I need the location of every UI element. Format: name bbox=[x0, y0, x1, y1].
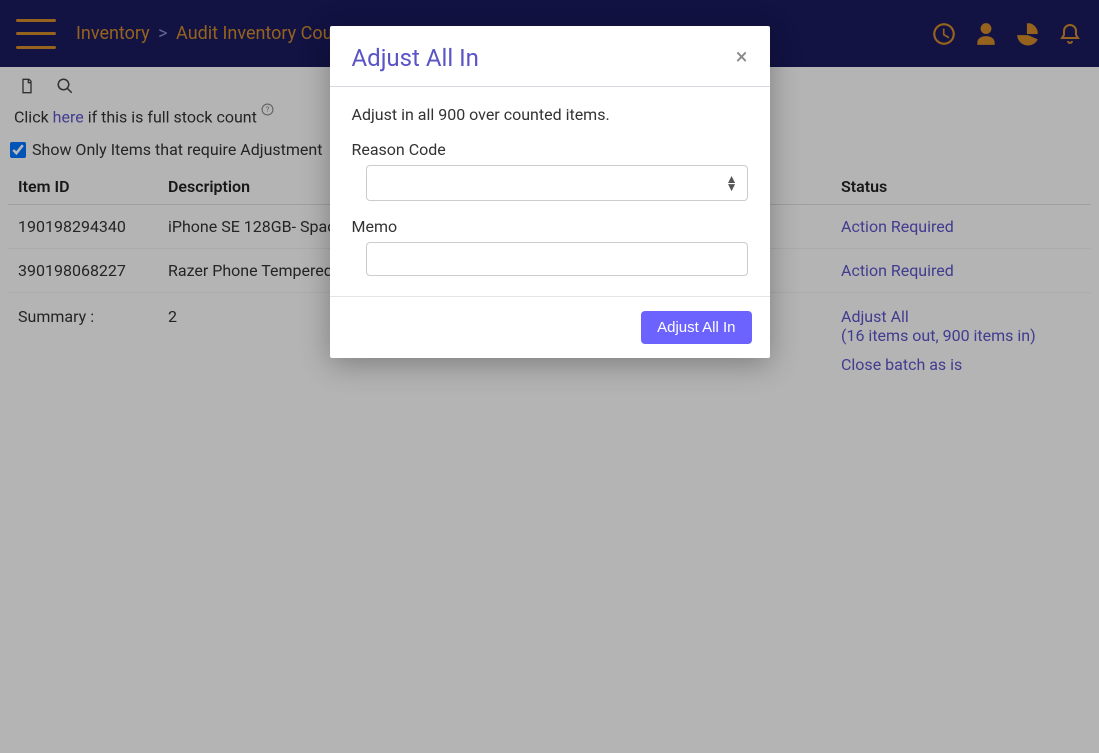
modal-body: Adjust in all 900 over counted items. Re… bbox=[330, 87, 770, 296]
reason-code-label: Reason Code bbox=[352, 140, 748, 159]
adjust-all-in-button[interactable]: Adjust All In bbox=[641, 311, 751, 344]
reason-code-wrap: ▲▼ bbox=[366, 165, 748, 201]
close-icon[interactable]: × bbox=[736, 47, 748, 69]
memo-label: Memo bbox=[352, 217, 748, 236]
adjust-all-in-modal: Adjust All In × Adjust in all 900 over c… bbox=[330, 26, 770, 358]
modal-footer: Adjust All In bbox=[330, 296, 770, 358]
memo-input[interactable] bbox=[366, 242, 748, 276]
modal-header: Adjust All In × bbox=[330, 26, 770, 87]
reason-code-select[interactable] bbox=[366, 165, 748, 201]
modal-desc: Adjust in all 900 over counted items. bbox=[352, 105, 748, 124]
modal-overlay[interactable]: Adjust All In × Adjust in all 900 over c… bbox=[0, 0, 1099, 753]
modal-title: Adjust All In bbox=[352, 44, 479, 72]
